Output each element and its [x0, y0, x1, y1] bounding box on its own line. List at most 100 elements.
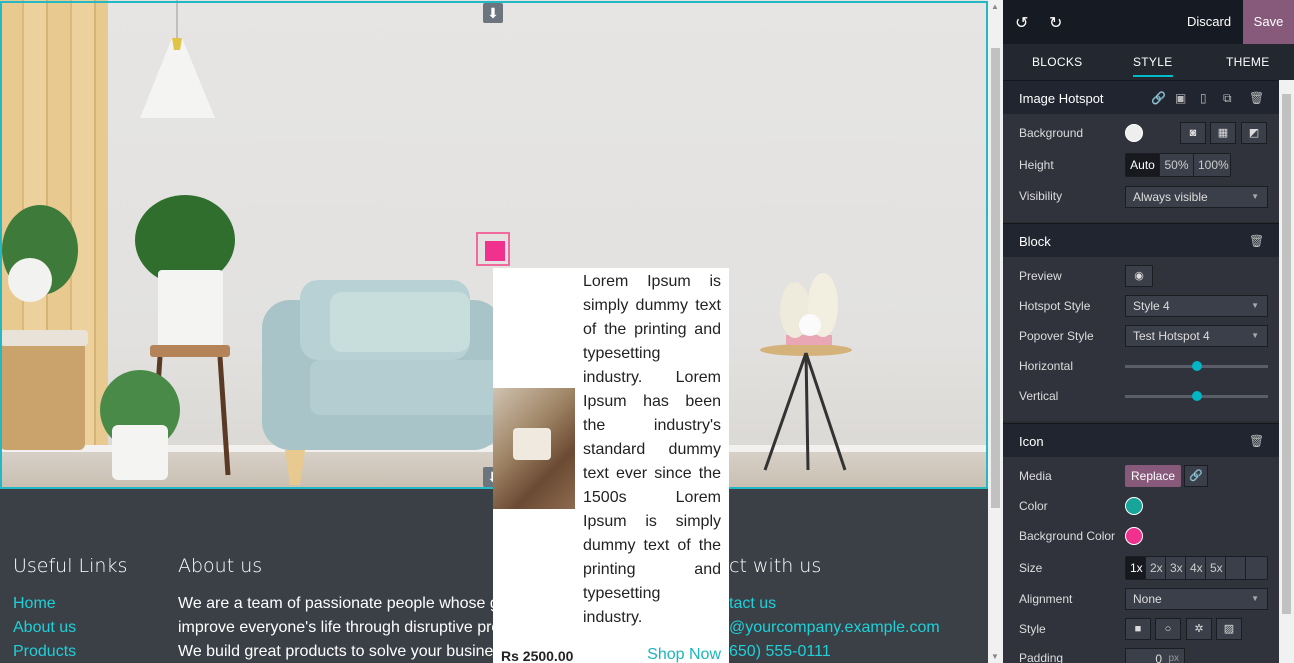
image-hotspot-title: Image Hotspot	[1019, 91, 1104, 106]
vertical-slider[interactable]	[1125, 391, 1268, 401]
hotspot-style-select[interactable]: Style 4 ▼	[1125, 295, 1268, 317]
height-auto[interactable]: Auto	[1126, 154, 1160, 176]
undo-icon[interactable]: ↺	[1015, 13, 1028, 33]
color-label: Color	[1019, 499, 1048, 513]
hotspot-style-label: Hotspot Style	[1019, 299, 1091, 313]
size-3x[interactable]: 3x	[1166, 557, 1186, 579]
icon-background-color-swatch[interactable]	[1125, 527, 1143, 545]
size-option-7[interactable]	[1246, 557, 1267, 579]
panel-scrollbar-thumb[interactable]	[1282, 94, 1291, 614]
shop-now-link[interactable]: Shop Now	[647, 646, 721, 663]
link-icon[interactable]: 🔗	[1184, 465, 1208, 487]
background-video-icon[interactable]: ▦	[1210, 122, 1236, 144]
background-color-swatch[interactable]	[1125, 124, 1143, 142]
icon-header: Icon 🗑	[1003, 423, 1279, 457]
icon-color-swatch[interactable]	[1125, 497, 1143, 515]
discard-button[interactable]: Discard	[1187, 14, 1231, 29]
block-header: Block 🗑	[1003, 223, 1279, 257]
vertical-label: Vertical	[1019, 389, 1059, 403]
image-style-icon[interactable]: ▨	[1216, 618, 1242, 640]
scrollbar-thumb[interactable]	[991, 48, 1000, 508]
link-icon[interactable]: 🔗	[1151, 91, 1166, 105]
save-block-icon[interactable]: ▣	[1175, 91, 1186, 105]
editor-topbar: ↺ ↻ Discard Save	[1003, 0, 1294, 44]
size-4x[interactable]: 4x	[1186, 557, 1206, 579]
move-down-arrow-icon[interactable]: ⬇	[483, 3, 503, 23]
scroll-down-arrow-icon[interactable]: ▼	[991, 652, 999, 661]
tab-blocks[interactable]: BLOCKS	[1032, 55, 1083, 69]
hotspot-style-value: Style 4	[1133, 299, 1170, 313]
size-5x[interactable]: 5x	[1206, 557, 1226, 579]
canvas-scrollbar[interactable]: ▲ ▼	[988, 0, 1003, 663]
tab-style[interactable]: STYLE	[1133, 55, 1173, 77]
horizontal-slider[interactable]	[1125, 361, 1268, 371]
size-1x[interactable]: 1x	[1126, 557, 1146, 579]
popover-style-select[interactable]: Test Hotspot 4 ▼	[1125, 325, 1268, 347]
alignment-value: None	[1133, 592, 1162, 606]
scroll-up-arrow-icon[interactable]: ▲	[991, 2, 999, 11]
circle-style-icon[interactable]: ○	[1155, 618, 1181, 640]
product-image	[493, 388, 575, 509]
visibility-select[interactable]: Always visible ▼	[1125, 186, 1268, 208]
hotspot-marker[interactable]	[476, 232, 510, 266]
visibility-value: Always visible	[1133, 190, 1208, 204]
image-hotspot-body: Background ◙ ▦ ◩ Height Auto 50% 100% Vi…	[1003, 114, 1279, 222]
redo-icon[interactable]: ↻	[1049, 13, 1062, 33]
visibility-label: Visibility	[1019, 189, 1063, 203]
height-options: Auto 50% 100%	[1125, 153, 1231, 177]
footer-link-products[interactable]: Products	[13, 643, 76, 661]
size-2x[interactable]: 2x	[1146, 557, 1166, 579]
size-options: 1x 2x 3x 4x 5x	[1125, 556, 1268, 580]
mobile-icon[interactable]: ▯	[1200, 91, 1207, 105]
contact-us-link[interactable]: tact us	[729, 595, 776, 613]
horizontal-label: Horizontal	[1019, 359, 1074, 373]
footer-link-about[interactable]: About us	[13, 619, 76, 637]
padding-input[interactable]: 0 px	[1125, 648, 1185, 663]
about-line-3: We build great products to solve your bu…	[178, 643, 494, 660]
background-label: Background	[1019, 126, 1084, 140]
tab-theme[interactable]: THEME	[1226, 55, 1270, 69]
cushion-shape	[513, 428, 551, 460]
block-body: Preview ◉ Hotspot Style Style 4 ▼ Popove…	[1003, 257, 1279, 421]
save-button[interactable]: Save	[1243, 0, 1294, 44]
height-50[interactable]: 50%	[1160, 154, 1194, 176]
hotspot-dot	[485, 241, 505, 261]
preview-label: Preview	[1019, 269, 1062, 283]
footer-link-home[interactable]: Home	[13, 595, 56, 613]
rounded-style-icon[interactable]: ✲	[1186, 618, 1212, 640]
editor-panel: ↺ ↻ Discard Save BLOCKS STYLE THEME Imag…	[1003, 0, 1294, 663]
alignment-select[interactable]: None ▼	[1125, 588, 1268, 610]
vertical-slider-knob[interactable]	[1191, 391, 1202, 401]
editor-tabs: BLOCKS STYLE THEME	[1003, 44, 1294, 80]
eye-icon[interactable]: ◉	[1125, 265, 1153, 287]
size-label: Size	[1019, 561, 1043, 575]
media-label: Media	[1019, 469, 1052, 483]
chevron-down-icon: ▼	[1251, 301, 1259, 310]
style-label: Style	[1019, 622, 1046, 636]
replace-button[interactable]: Replace	[1125, 465, 1181, 487]
chevron-down-icon: ▼	[1251, 192, 1259, 201]
square-style-icon[interactable]: ■	[1125, 618, 1151, 640]
email-link[interactable]: @yourcompany.example.com	[729, 619, 940, 637]
website-canvas: ⬇ ⬇ Useful Links Home About us Products …	[0, 0, 988, 663]
padding-unit: px	[1168, 653, 1179, 663]
horizontal-slider-knob[interactable]	[1191, 361, 1202, 371]
duplicate-icon[interactable]: ⧉	[1223, 91, 1232, 106]
popover-description: Lorem Ipsum is simply dummy text of the …	[583, 273, 721, 626]
panel-scrollbar[interactable]	[1279, 80, 1294, 663]
chevron-down-icon: ▼	[1251, 594, 1259, 603]
block-title: Block	[1019, 234, 1051, 249]
image-hotspot-header: Image Hotspot 🔗 ▣ ▯ ⧉ 🗑	[1003, 80, 1279, 114]
about-us-title: About us	[178, 555, 263, 577]
size-option-6[interactable]	[1226, 557, 1246, 579]
about-line-2: improve everyone's life through disrupti…	[178, 619, 501, 636]
background-image-icon[interactable]: ◙	[1180, 122, 1206, 144]
delete-block-icon[interactable]: 🗑	[1249, 234, 1264, 248]
icon-title: Icon	[1019, 434, 1044, 449]
height-100[interactable]: 100%	[1194, 154, 1230, 176]
delete-icon-block-icon[interactable]: 🗑	[1249, 434, 1264, 448]
delete-icon[interactable]: 🗑	[1249, 91, 1264, 105]
background-gradient-icon[interactable]: ◩	[1241, 122, 1267, 144]
height-label: Height	[1019, 158, 1054, 172]
phone-link[interactable]: 650) 555-0111	[729, 643, 831, 661]
